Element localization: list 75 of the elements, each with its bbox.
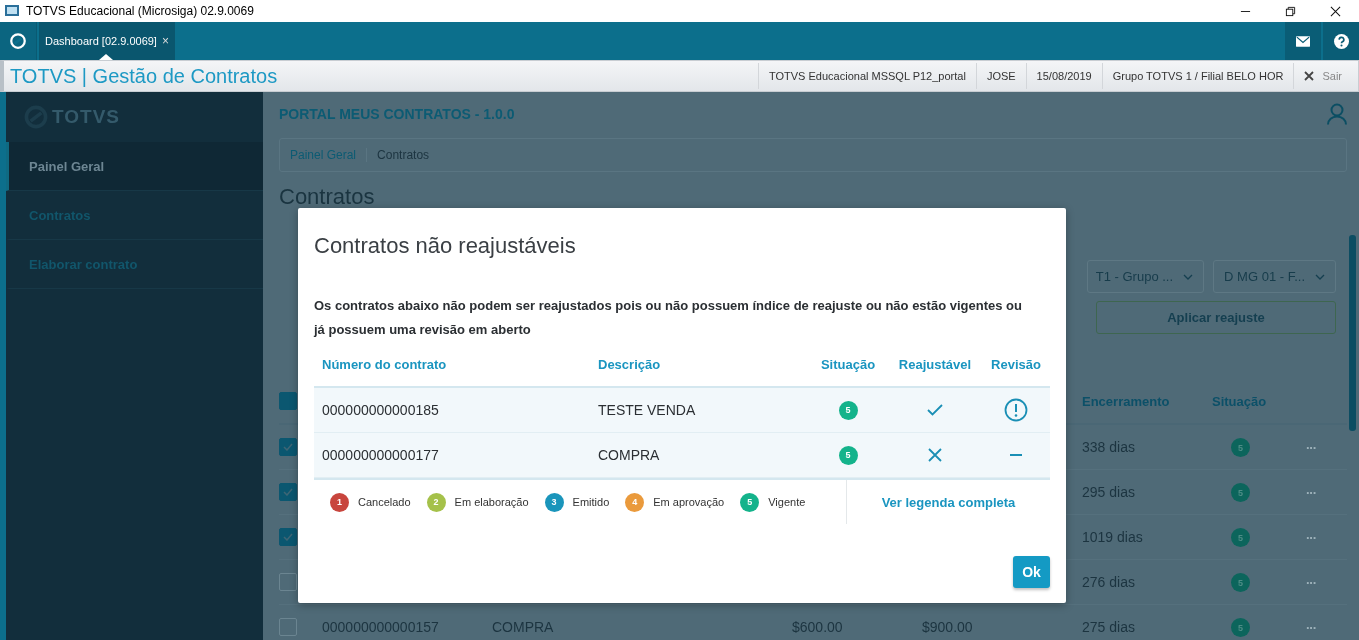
- app-icon: [4, 3, 20, 19]
- status-badge: 5: [1231, 528, 1250, 548]
- filter-dropdown[interactable]: T1 - Grupo ...: [1086, 260, 1205, 293]
- help-icon: [1333, 33, 1349, 49]
- home-button[interactable]: [0, 22, 37, 60]
- mail-icon: [1296, 35, 1310, 47]
- session-info: Grupo TOTVS 1 / Filial BELO HOR: [1101, 63, 1294, 89]
- breadcrumb-item[interactable]: Painel Geral: [280, 148, 368, 162]
- column-header[interactable]: Situação: [820, 356, 876, 372]
- status-badge: 5: [1231, 483, 1250, 503]
- legend-badge: 3: [544, 492, 564, 512]
- dialog-message: Os contratos abaixo não podem ser reajustados pois ou não possuem índice de reajuste ou não estão vigentes ou já possuem uma revisão em aberto: [314, 297, 1023, 339]
- filter-dropdown[interactable]: D MG 01 - F...: [1213, 260, 1336, 293]
- more-button[interactable]: ···: [1306, 440, 1316, 455]
- chevron-down-icon: [1315, 273, 1325, 280]
- column-header[interactable]: Encerramento: [1082, 394, 1170, 409]
- checkbox[interactable]: [279, 438, 297, 456]
- more-button[interactable]: ···: [1306, 575, 1316, 590]
- legend-badge: 5: [740, 492, 760, 512]
- column-header[interactable]: Descrição: [598, 356, 661, 372]
- check-icon: [283, 533, 293, 541]
- close-icon: [1304, 71, 1315, 81]
- more-button[interactable]: ···: [1306, 530, 1316, 545]
- pointer-icon: [99, 54, 113, 60]
- tab[interactable]: Dashboard [02.9.0069] ×: [39, 22, 175, 60]
- dialog-title: Contratos não reajustáveis: [314, 233, 577, 260]
- session-info: JOSE: [975, 63, 1026, 89]
- legend-label: Emitido: [572, 496, 610, 508]
- user-icon[interactable]: [1327, 103, 1347, 125]
- table-cell: TESTE VENDA: [598, 402, 696, 418]
- chevron-down-icon: [1183, 273, 1194, 280]
- legend-label: Cancelado: [358, 496, 411, 508]
- more-button[interactable]: ···: [1306, 485, 1316, 500]
- help-button[interactable]: [1323, 22, 1359, 60]
- legend-badge: 1: [330, 492, 349, 512]
- more-button[interactable]: ···: [1306, 620, 1316, 635]
- portal-title: PORTAL MEUS CONTRATOS - 1.0.0: [279, 106, 515, 122]
- legend-badge: 2: [426, 492, 446, 512]
- check-icon: [283, 488, 293, 496]
- status-badge: 5: [1231, 618, 1250, 638]
- legend-label: Vigente: [768, 496, 806, 508]
- logo-icon: [9, 32, 27, 50]
- scrollbar[interactable]: [1349, 235, 1356, 431]
- table-cell: COMPRA: [598, 447, 660, 463]
- legend-badge: 4: [625, 492, 645, 512]
- column-header[interactable]: Número do contrato: [322, 356, 447, 372]
- status-badge: 5: [838, 400, 858, 420]
- session-info: TOTVS Educacional MSSQL P12_portal: [758, 63, 976, 89]
- legend-label: Em elaboração: [454, 496, 529, 508]
- mail-button[interactable]: [1285, 22, 1321, 60]
- apply-button[interactable]: Aplicar reajuste: [1096, 301, 1336, 334]
- table-cell: 000000000000185: [322, 402, 439, 418]
- checkbox[interactable]: [279, 573, 297, 591]
- status-badge: 5: [1231, 438, 1250, 458]
- app-title: TOTVS | Gestão de Contratos: [9, 64, 278, 88]
- checkbox[interactable]: [279, 528, 297, 546]
- legend-link[interactable]: Ver legenda completa: [847, 480, 1050, 524]
- checkbox[interactable]: [279, 483, 297, 501]
- column-header[interactable]: Situação: [1212, 394, 1267, 409]
- sidebar-item[interactable]: Painel Geral: [6, 142, 263, 191]
- status-badge: 5: [838, 445, 858, 465]
- table-cell: 000000000000177: [322, 447, 439, 463]
- checkbox[interactable]: [279, 618, 297, 636]
- ok-button[interactable]: Ok: [1013, 556, 1050, 588]
- status-badge: 5: [1231, 573, 1250, 593]
- check-icon: [283, 443, 293, 451]
- column-header[interactable]: Revisão: [991, 356, 1041, 372]
- column-header[interactable]: Reajustável: [898, 356, 972, 372]
- legend-label: Em aprovação: [653, 496, 725, 508]
- logout-button[interactable]: Sair: [1293, 63, 1358, 89]
- close-icon[interactable]: [1330, 5, 1341, 17]
- window-title: TOTVS Educacional (Microsiga) 02.9.0069: [26, 4, 254, 18]
- restore-icon[interactable]: [1285, 5, 1296, 17]
- checkbox[interactable]: [279, 392, 297, 410]
- session-info: 15/08/2019: [1025, 63, 1102, 89]
